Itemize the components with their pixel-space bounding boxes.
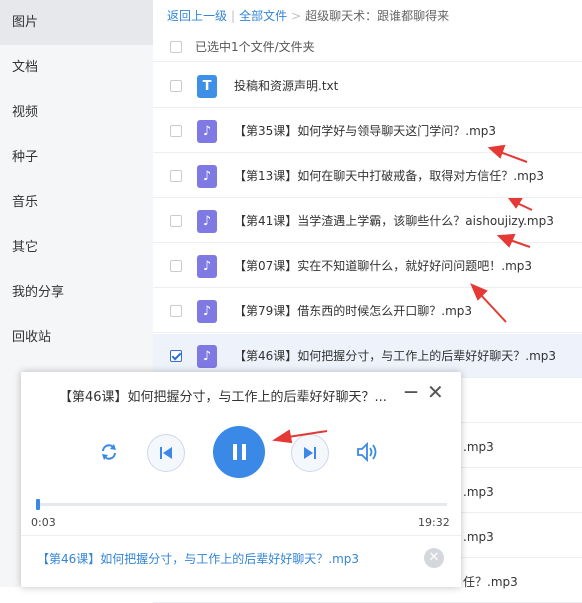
next-button[interactable] — [291, 434, 329, 472]
pause-button[interactable] — [213, 426, 265, 478]
player-title: 【第46课】如何把握分寸，与工作上的后辈好好聊天？... — [59, 390, 387, 405]
total-time: 19:32 — [418, 516, 450, 529]
pause-icon — [233, 444, 246, 460]
annotation-arrow — [479, 293, 507, 323]
annotation-arrow — [499, 151, 528, 163]
annotation-arrow-head — [496, 233, 516, 248]
annotation-arrow — [509, 239, 531, 248]
current-time: 0:03 — [31, 516, 56, 529]
annotation-arrow — [516, 202, 533, 211]
progress-handle[interactable] — [36, 499, 40, 510]
divider — [21, 535, 461, 536]
minimize-button[interactable]: — — [404, 384, 418, 400]
queue-item-name[interactable]: 【第46课】如何把握分寸，与工作上的后辈好好聊天？.mp3 — [37, 550, 359, 567]
previous-button[interactable] — [147, 434, 185, 472]
close-button[interactable]: ✕ — [427, 380, 444, 404]
repeat-icon — [102, 444, 116, 460]
volume-button[interactable] — [355, 441, 379, 467]
annotation-arrow-head — [508, 198, 523, 209]
previous-icon — [160, 447, 172, 459]
volume-icon — [357, 441, 377, 463]
progress-track[interactable] — [37, 503, 447, 506]
next-icon — [304, 447, 316, 459]
annotation-arrow-head — [487, 144, 506, 159]
audio-player: 【第46课】如何把握分寸，与工作上的后辈好好聊天？... — ✕ 0:03 19… — [21, 372, 461, 587]
repeat-button[interactable] — [99, 442, 119, 466]
queue-remove-button[interactable]: ✕ — [424, 548, 444, 568]
